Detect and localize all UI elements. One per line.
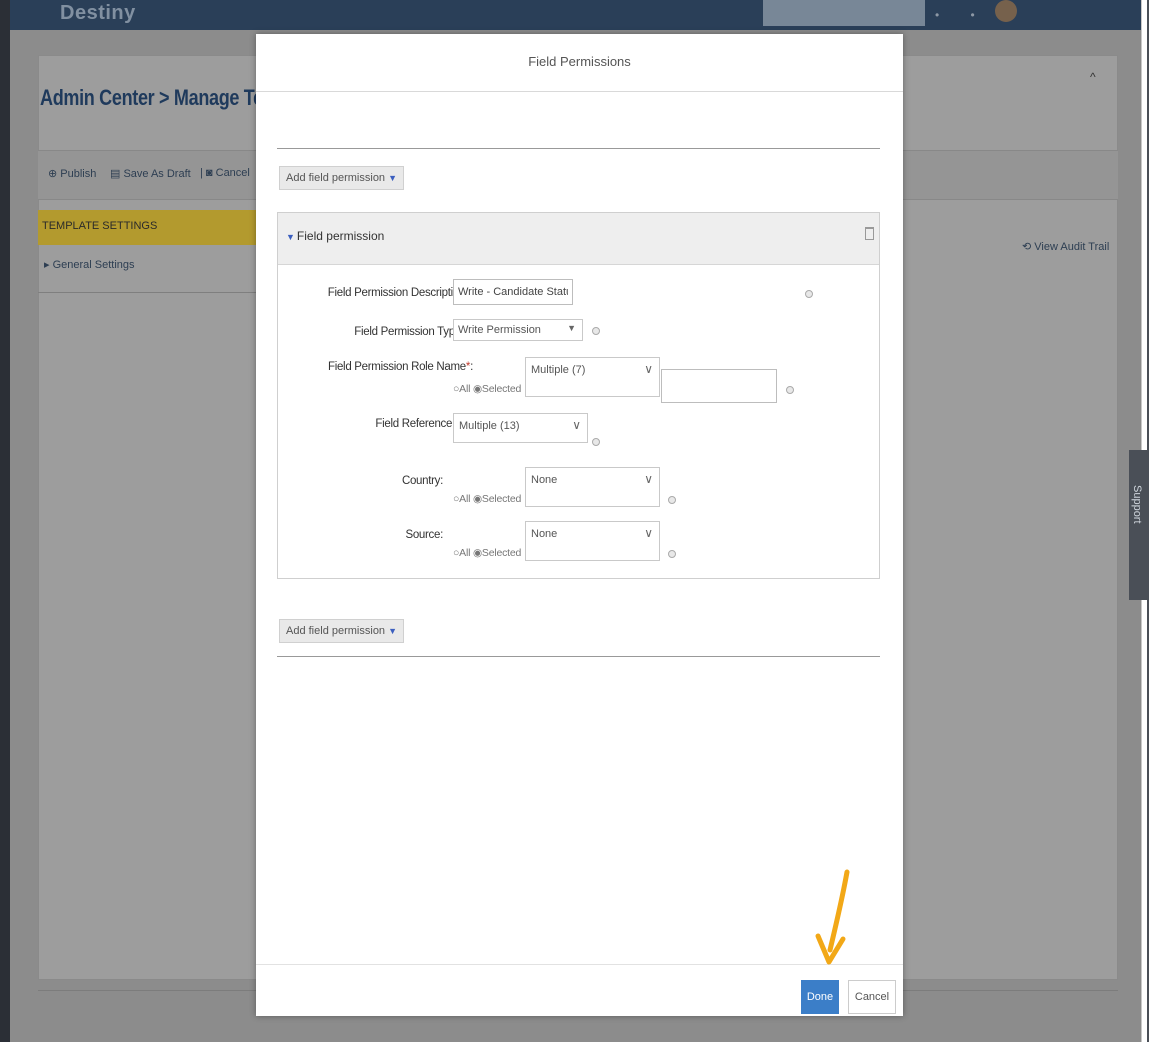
sidebar-divider bbox=[38, 292, 258, 293]
role-radio-group[interactable]: ○All ◉Selected bbox=[453, 383, 521, 395]
panel-header[interactable]: ▼ Field permission bbox=[278, 213, 879, 265]
country-radio-group[interactable]: ○All ◉Selected bbox=[453, 493, 521, 505]
add-field-permission-button-bottom[interactable]: Add field permission ▼ bbox=[279, 619, 404, 643]
role-name-select[interactable]: Multiple (7) ∨ bbox=[525, 357, 660, 397]
view-audit-trail-link[interactable]: ⟲ View Audit Trail bbox=[1022, 240, 1109, 253]
role-name-label: Field Permission Role Name*: bbox=[327, 361, 473, 373]
chevron-down-icon: ∨ bbox=[644, 472, 653, 486]
section-divider-top bbox=[277, 148, 880, 149]
template-settings-header: TEMPLATE SETTINGS bbox=[38, 210, 258, 245]
global-search-box[interactable] bbox=[763, 0, 925, 26]
dialog-footer-divider bbox=[256, 964, 903, 965]
collapse-chevron-icon[interactable]: ^ bbox=[1090, 70, 1096, 84]
window-frame-right-edge bbox=[1147, 0, 1149, 1042]
page-title: Admin Center > Manage Te bbox=[40, 85, 263, 110]
cancel-button[interactable]: Cancel bbox=[848, 980, 896, 1014]
publish-icon: ⊕ bbox=[48, 168, 61, 180]
dropdown-caret-icon: ▼ bbox=[388, 626, 397, 636]
permission-type-select[interactable]: Write Permission ▼ bbox=[453, 319, 583, 341]
help-icon[interactable] bbox=[805, 290, 813, 298]
expand-arrow-icon: ▸ bbox=[44, 259, 53, 271]
help-icon[interactable] bbox=[668, 496, 676, 504]
field-permissions-dialog: Field Permissions Add field permission ▼ … bbox=[256, 34, 903, 1016]
source-radio-group[interactable]: ○All ◉Selected bbox=[453, 547, 521, 559]
save-as-draft-button[interactable]: ▤ Save As Draft bbox=[110, 167, 191, 180]
type-label: Field Permission Type*: bbox=[354, 326, 468, 338]
reference-id-select[interactable]: Multiple (13) ∨ bbox=[453, 413, 588, 443]
dialog-title: Field Permissions bbox=[528, 54, 631, 69]
help-icon[interactable] bbox=[592, 438, 600, 446]
description-label: Field Permission Description: bbox=[327, 287, 469, 299]
source-label: Source: bbox=[405, 529, 443, 541]
chevron-down-icon: ∨ bbox=[572, 418, 581, 432]
panel-title: ▼ Field permission bbox=[286, 229, 385, 243]
help-icon[interactable] bbox=[668, 550, 676, 558]
dropdown-caret-icon: ▼ bbox=[388, 173, 397, 183]
select-arrow-icon: ▼ bbox=[567, 323, 576, 333]
country-select[interactable]: None ∨ bbox=[525, 467, 660, 507]
support-label[interactable]: Support bbox=[1131, 485, 1143, 524]
cancel-icon: | ◙ bbox=[200, 167, 216, 179]
save-icon: ▤ bbox=[110, 168, 124, 180]
user-avatar[interactable] bbox=[995, 0, 1017, 22]
chevron-down-icon: ∨ bbox=[644, 362, 653, 376]
chevron-down-icon: ∨ bbox=[644, 526, 653, 540]
general-settings-item[interactable]: ▸ General Settings bbox=[44, 258, 135, 271]
field-permission-panel: ▼ Field permission Field Permission Descr… bbox=[277, 212, 880, 579]
history-icon: ⟲ bbox=[1022, 241, 1035, 253]
done-button[interactable]: Done bbox=[801, 980, 839, 1014]
support-tab[interactable] bbox=[1129, 450, 1147, 600]
collapse-triangle-icon[interactable]: ▼ bbox=[286, 232, 295, 242]
section-divider-bottom bbox=[277, 656, 880, 657]
publish-button[interactable]: ⊕ Publish bbox=[48, 167, 96, 180]
reference-id-label: Field Reference ID*: bbox=[375, 418, 473, 430]
delete-trash-icon[interactable] bbox=[865, 227, 874, 240]
window-frame-left bbox=[0, 0, 10, 1042]
country-label: Country: bbox=[401, 475, 443, 487]
brand-logo[interactable]: Destiny bbox=[60, 2, 136, 25]
header-icons: • • bbox=[935, 8, 989, 22]
source-select[interactable]: None ∨ bbox=[525, 521, 660, 561]
description-input[interactable] bbox=[453, 279, 573, 305]
top-navigation-bar: Destiny • • bbox=[10, 0, 1141, 30]
role-name-filter-input[interactable] bbox=[661, 369, 777, 403]
help-icon[interactable] bbox=[592, 327, 600, 335]
help-icon[interactable] bbox=[786, 386, 794, 394]
add-field-permission-button-top[interactable]: Add field permission ▼ bbox=[279, 166, 404, 190]
cancel-button-background[interactable]: | ◙ Cancel bbox=[200, 167, 250, 179]
dialog-header: Field Permissions bbox=[256, 34, 903, 92]
